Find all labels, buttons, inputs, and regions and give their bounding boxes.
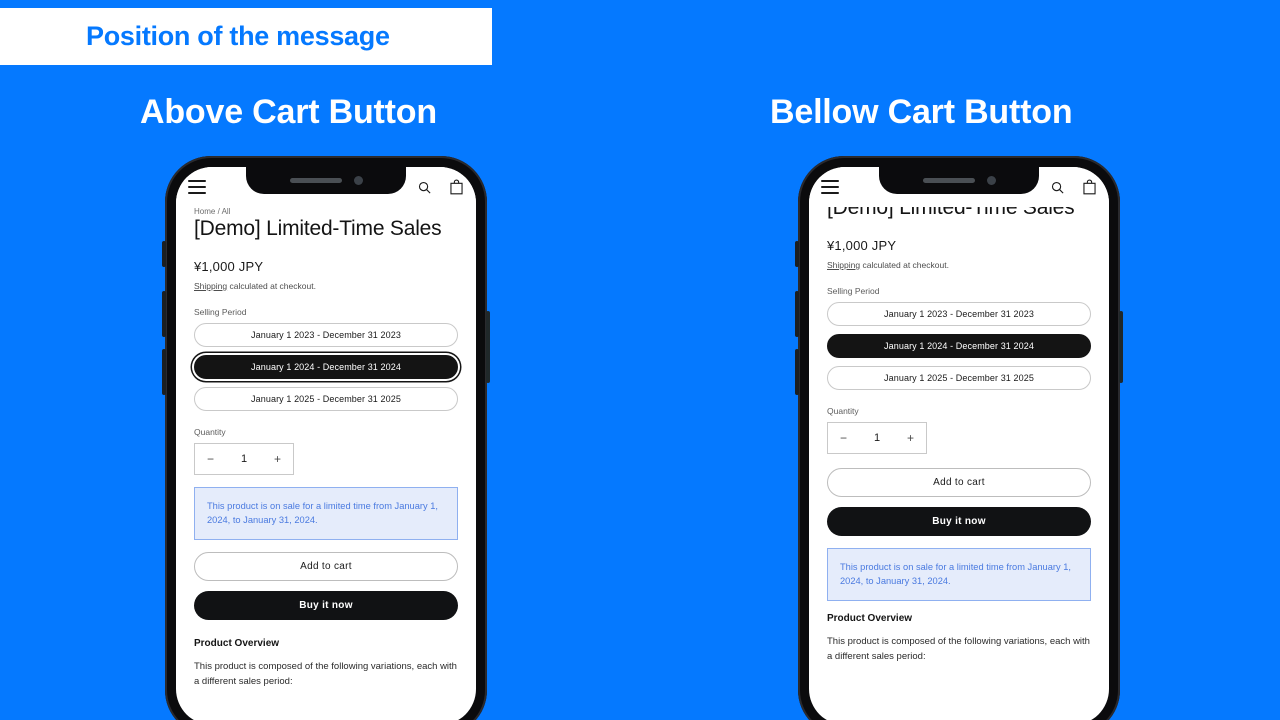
product-overview-body: This product is composed of the followin… [827,635,1090,662]
product-overview-body: This product is composed of the followin… [194,660,457,687]
shipping-text: calculated at checkout. [862,259,949,270]
cart-icon[interactable] [1082,179,1097,195]
quantity-increase-button[interactable]: + [274,452,281,466]
phone-notch [246,167,406,194]
speaker-icon [289,178,342,183]
limited-time-notice: This product is on sale for a limited ti… [194,486,458,540]
buy-it-now-button[interactable]: Buy it now [827,506,1091,536]
camera-icon [986,176,996,185]
hamburger-icon[interactable] [188,180,206,194]
phone-screen-right: Yoshi [Demo] Limited-Time Sales ¥1,000 J… [809,167,1109,720]
shipping-link[interactable]: Shipping [827,260,860,270]
product-overview-title: Product Overview [194,637,280,649]
power-button [1119,311,1123,383]
product-price: ¥1,000 JPY [827,237,897,253]
option-2025[interactable]: January 1 2025 - December 31 2025 [194,386,458,411]
quantity-value[interactable]: 1 [241,453,247,465]
shipping-link[interactable]: Shipping [194,281,227,291]
buy-it-now-button[interactable]: Buy it now [194,590,458,620]
product-price: ¥1,000 JPY [194,258,264,274]
option-2025[interactable]: January 1 2025 - December 31 2025 [827,365,1091,390]
breadcrumb: Home / All [194,207,231,214]
heading-bellow-cart-button: Bellow Cart Button [770,93,1073,131]
search-icon[interactable] [417,180,432,195]
option-2023[interactable]: January 1 2023 - December 31 2023 [194,322,458,347]
volume-down-button [795,349,799,395]
quantity-stepper[interactable]: − 1 + [827,421,927,454]
add-to-cart-button[interactable]: Add to cart [194,551,458,581]
speaker-icon [922,178,975,183]
shipping-note: Shipping calculated at checkout. [827,260,1091,270]
product-page-right: [Demo] Limited-Time Sales ¥1,000 JPY Shi… [809,195,1109,664]
volume-down-button [162,349,166,395]
phone-mockup-left: Yoshi Home / All [Demo] Limited-Time Sal… [162,156,490,720]
banner: Position of the message [0,8,492,65]
banner-title: Position of the message [86,21,390,51]
quantity-decrease-button[interactable]: − [840,431,847,445]
selling-period-label: Selling Period [194,306,247,317]
option-2024[interactable]: January 1 2024 - December 31 2024 [827,333,1091,358]
add-to-cart-button[interactable]: Add to cart [827,467,1091,497]
option-2024[interactable]: January 1 2024 - December 31 2024 [194,354,458,379]
search-icon[interactable] [1050,180,1065,195]
selling-period-label: Selling Period [827,285,880,296]
option-2023[interactable]: January 1 2023 - December 31 2023 [827,301,1091,326]
silent-switch-icon [162,241,166,267]
limited-time-notice: This product is on sale for a limited ti… [827,547,1091,601]
heading-above-cart-button: Above Cart Button [140,93,437,131]
quantity-stepper[interactable]: − 1 + [194,442,294,475]
phone-mockup-right: Yoshi [Demo] Limited-Time Sales ¥1,000 J… [795,156,1123,720]
phone-screen-left: Yoshi Home / All [Demo] Limited-Time Sal… [176,167,476,720]
shipping-text: calculated at checkout. [229,280,316,291]
product-overview-title: Product Overview [827,612,913,624]
camera-icon [353,176,363,185]
quantity-increase-button[interactable]: + [907,431,914,445]
product-page-left: Home / All [Demo] Limited-Time Sales ¥1,… [176,207,476,689]
silent-switch-icon [795,241,799,267]
quantity-value[interactable]: 1 [874,432,880,444]
quantity-decrease-button[interactable]: − [207,452,214,466]
hamburger-icon[interactable] [821,180,839,194]
quantity-label: Quantity [827,405,859,416]
power-button [486,311,490,383]
volume-up-button [162,291,166,337]
shipping-note: Shipping calculated at checkout. [194,281,458,291]
product-title: [Demo] Limited-Time Sales [194,217,442,240]
cart-icon[interactable] [449,179,464,195]
volume-up-button [795,291,799,337]
phone-notch [879,167,1039,194]
quantity-label: Quantity [194,426,226,437]
